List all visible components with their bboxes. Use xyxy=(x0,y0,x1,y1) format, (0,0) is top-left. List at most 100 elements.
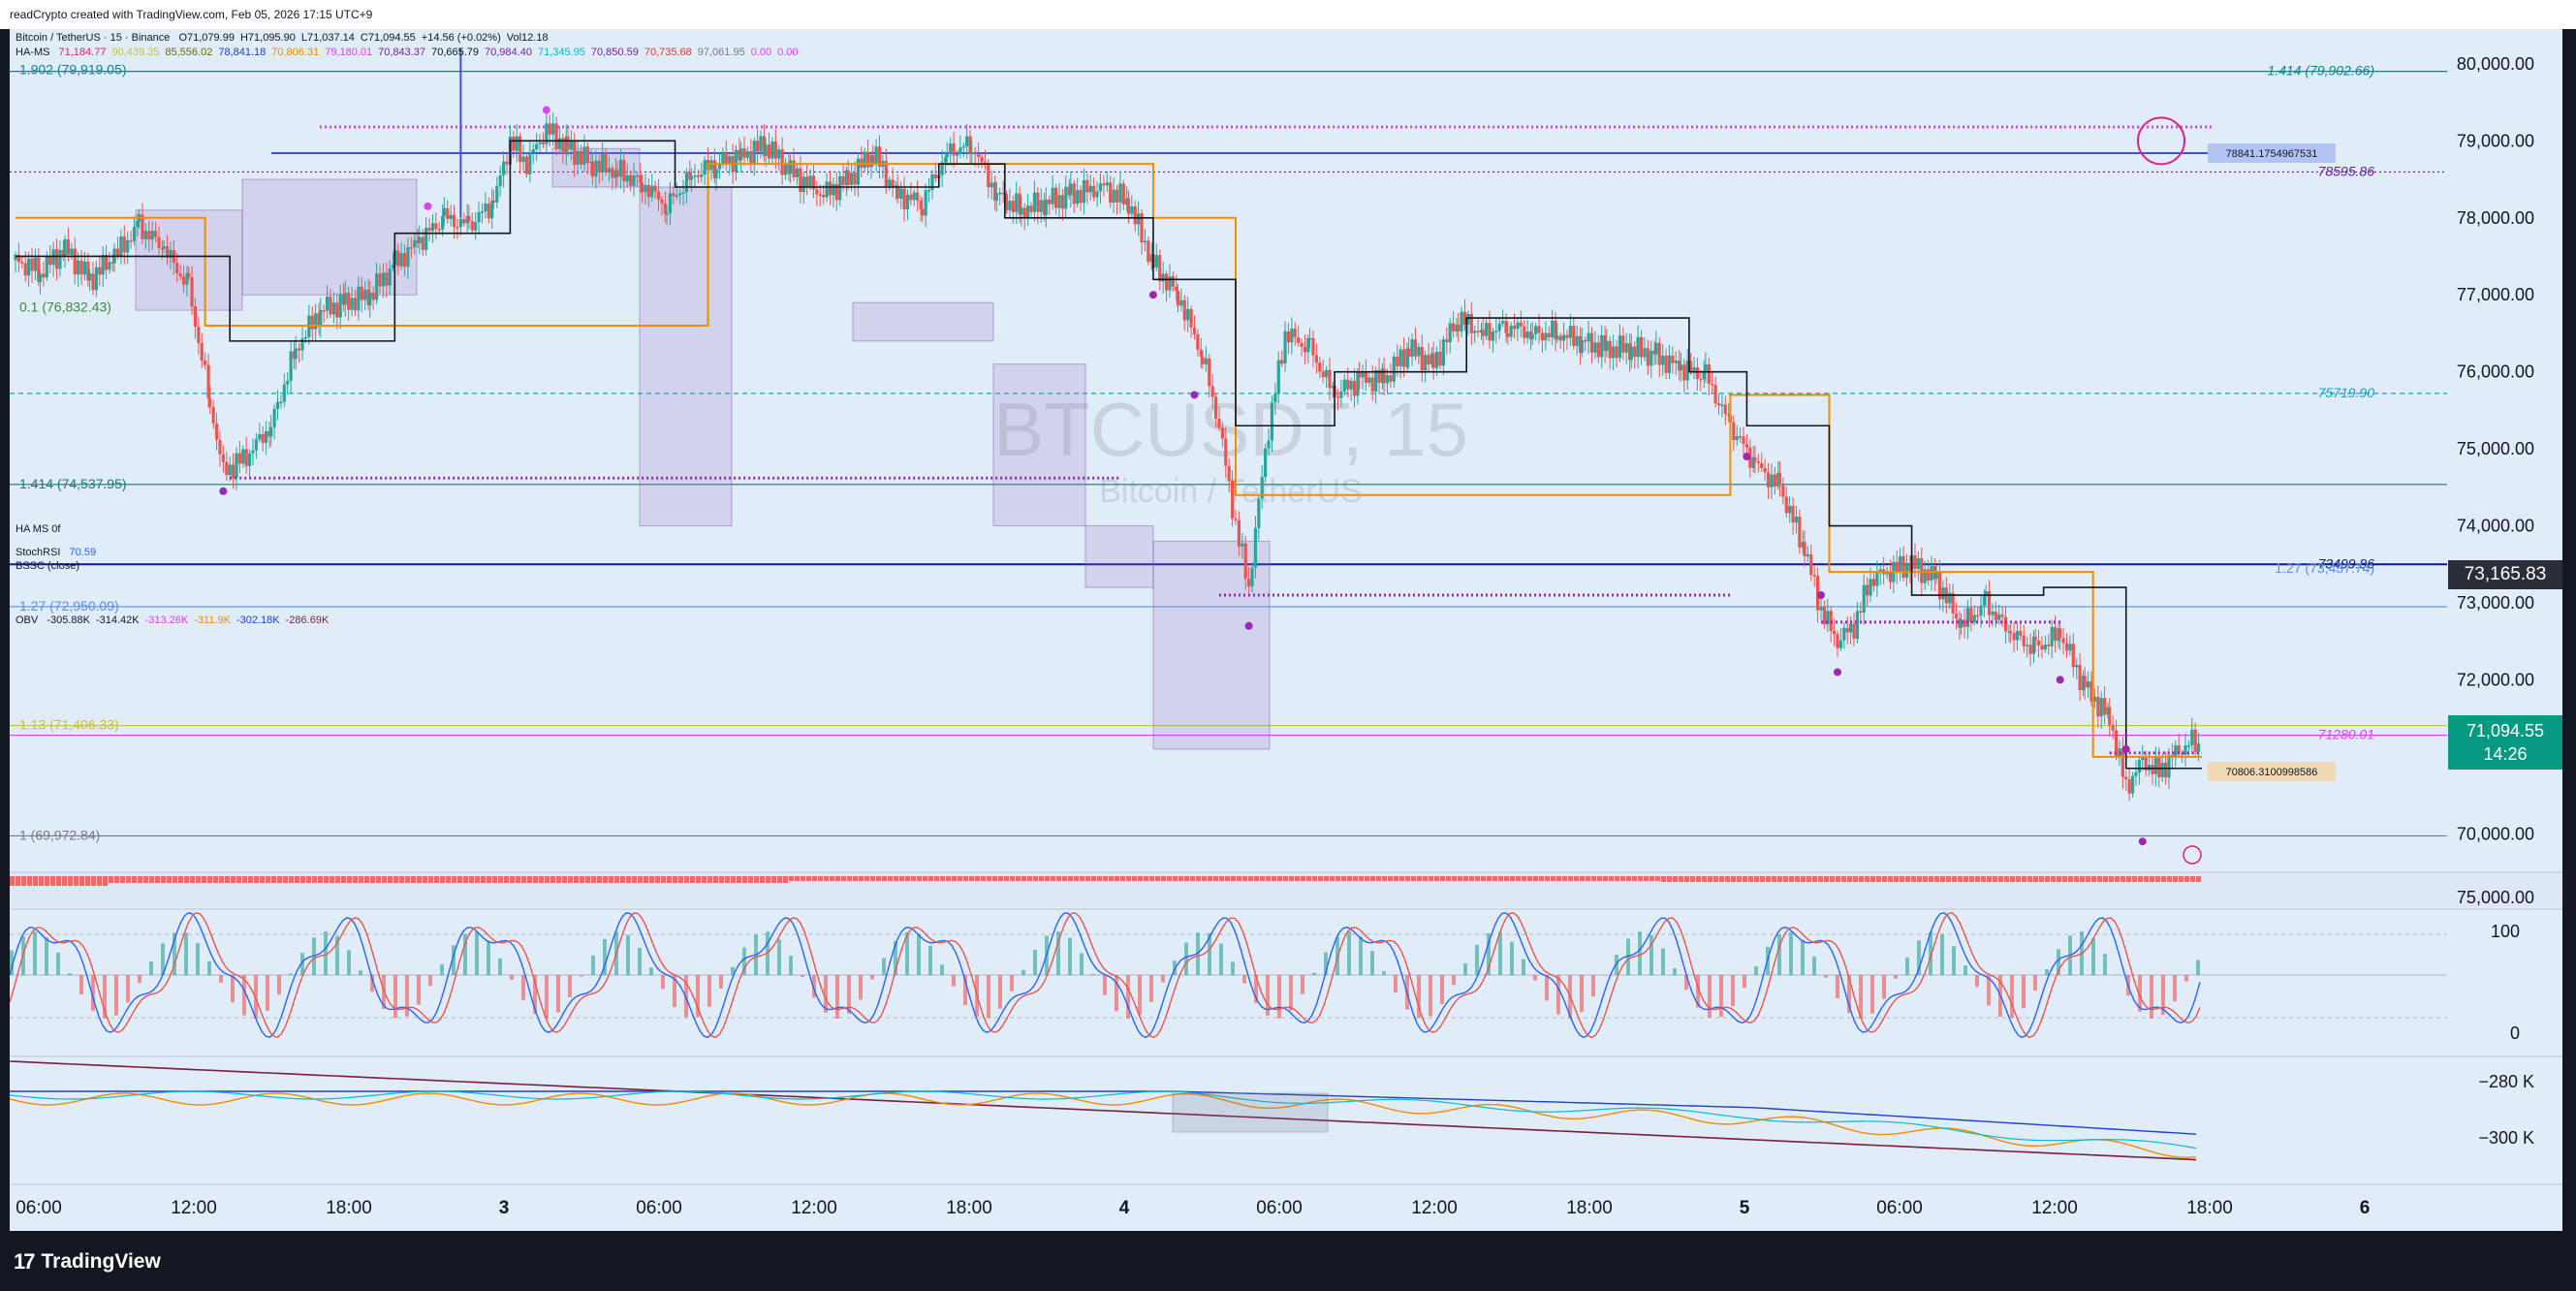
bssc-histogram-bar xyxy=(1510,941,1514,975)
hawk-bar xyxy=(312,876,317,883)
candle-body xyxy=(122,236,126,253)
candle-body xyxy=(1048,199,1052,205)
candle-body xyxy=(1401,349,1406,367)
hawk-bar xyxy=(1016,876,1021,881)
hawk-bar xyxy=(2074,876,2079,882)
ohlc-value: +14.56 (+0.02%) xyxy=(421,32,501,44)
hawk-bar xyxy=(504,876,509,883)
candle-body xyxy=(554,123,558,149)
tradingview-logo-icon: 17 xyxy=(14,1249,36,1274)
candle-body xyxy=(1164,273,1169,291)
candle-body xyxy=(1270,402,1274,441)
bssc-histogram-bar xyxy=(870,975,874,980)
candle-body xyxy=(528,152,532,174)
candle-body xyxy=(1788,505,1792,514)
candle-body xyxy=(2153,756,2157,774)
candle-body xyxy=(462,219,466,224)
hawk-bar xyxy=(882,876,887,881)
fib-level-label: 1.27 (72,950.09) xyxy=(19,598,119,614)
hawk-bar xyxy=(1196,876,1201,881)
bssc-label: BSSC (close) xyxy=(16,560,80,572)
candle-body xyxy=(968,136,972,154)
pivot-dot xyxy=(1743,453,1751,461)
hawk-bar xyxy=(56,876,61,886)
candle-body xyxy=(832,183,835,196)
hawk-bar xyxy=(1702,876,1707,882)
hawk-bar xyxy=(2132,876,2137,882)
candle-body xyxy=(467,215,471,222)
candle-body xyxy=(1537,326,1541,333)
hawk-bar xyxy=(2120,876,2125,882)
hawk-bar xyxy=(2051,876,2056,882)
candle-body xyxy=(2099,698,2103,717)
candle-body xyxy=(2163,762,2168,778)
ohlc-value: L71,037.14 xyxy=(300,32,355,44)
candle-body xyxy=(1280,360,1284,364)
candle-body xyxy=(298,348,301,351)
ha-ms-value: 70,806.31 xyxy=(271,47,320,58)
price-axis-tick: 72,000.00 xyxy=(2457,670,2534,689)
hawk-bar xyxy=(992,876,997,881)
hawk-bar xyxy=(411,876,416,883)
hawk-bar xyxy=(1155,876,1160,881)
hawk-bar xyxy=(609,876,613,883)
hawk-bar xyxy=(771,876,776,883)
candle-body xyxy=(446,207,450,219)
candle-body xyxy=(1512,326,1517,330)
stoch-label: StochRSI xyxy=(16,547,61,558)
hawk-bar xyxy=(1202,876,1207,881)
chart-area[interactable]: BTCUSDT, 15 Bitcoin / TetherUS 1.414 (79,9… xyxy=(10,29,2562,1231)
hawk-bar xyxy=(62,876,67,886)
hawk-bar xyxy=(1708,876,1712,882)
candle-body xyxy=(1069,183,1073,196)
candle-body xyxy=(585,146,589,164)
candle-body xyxy=(696,175,700,177)
current-price-value: 71,094.55 xyxy=(2466,721,2545,740)
candle-body xyxy=(639,174,643,183)
candle-body xyxy=(734,149,738,173)
price-chart-svg[interactable]: BTCUSDT, 15Bitcoin / TetherUS1.414 (79,9… xyxy=(10,29,2562,1231)
hawk-bar xyxy=(1498,876,1503,881)
candle-body xyxy=(1600,335,1604,358)
candle-body xyxy=(1427,355,1430,364)
candle-body xyxy=(244,449,248,466)
hawk-bar xyxy=(376,876,381,883)
candle-body xyxy=(381,272,386,287)
candle-body xyxy=(54,249,59,269)
candle-body xyxy=(1866,584,1869,596)
hawk-bar xyxy=(626,876,631,883)
candle-body xyxy=(2160,762,2164,777)
hawk-bar xyxy=(1859,876,1864,882)
bssc-histogram-bar xyxy=(1184,942,1188,975)
candle-body xyxy=(1306,337,1310,353)
hawk-bar xyxy=(1225,876,1230,881)
hawk-bar xyxy=(678,876,683,883)
tradingview-brand[interactable]: 17 TradingView xyxy=(14,1249,161,1274)
hawk-bar xyxy=(103,876,108,886)
time-axis-tick: 6 xyxy=(2360,1198,2371,1218)
candle-body xyxy=(2043,645,2047,650)
time-axis-tick: 18:00 xyxy=(2186,1198,2233,1218)
candle-body xyxy=(1264,448,1268,478)
candle-body xyxy=(1819,607,1823,611)
candle-body xyxy=(388,268,392,286)
hawk-bar xyxy=(382,876,387,883)
candle-body xyxy=(2151,765,2154,774)
hawk-bar xyxy=(492,876,497,883)
hawk-bar xyxy=(1423,876,1428,881)
candle-body xyxy=(458,219,462,228)
candle-body xyxy=(1137,213,1141,225)
hawk-bar xyxy=(702,876,707,883)
candle-body xyxy=(1555,335,1559,340)
candle-body xyxy=(427,227,431,232)
candle-body xyxy=(474,222,478,231)
hawk-bar xyxy=(2167,876,2172,882)
candle-body xyxy=(2147,765,2152,771)
hawk-bar xyxy=(1603,876,1608,881)
candle-body xyxy=(1186,308,1190,321)
ha-ms-value: 97,061.95 xyxy=(697,47,745,58)
bssc-histogram-bar xyxy=(1975,975,1979,988)
ha-ms-zone-box xyxy=(639,186,733,527)
pivot-dot xyxy=(2121,744,2130,753)
candle-body xyxy=(1558,335,1562,341)
